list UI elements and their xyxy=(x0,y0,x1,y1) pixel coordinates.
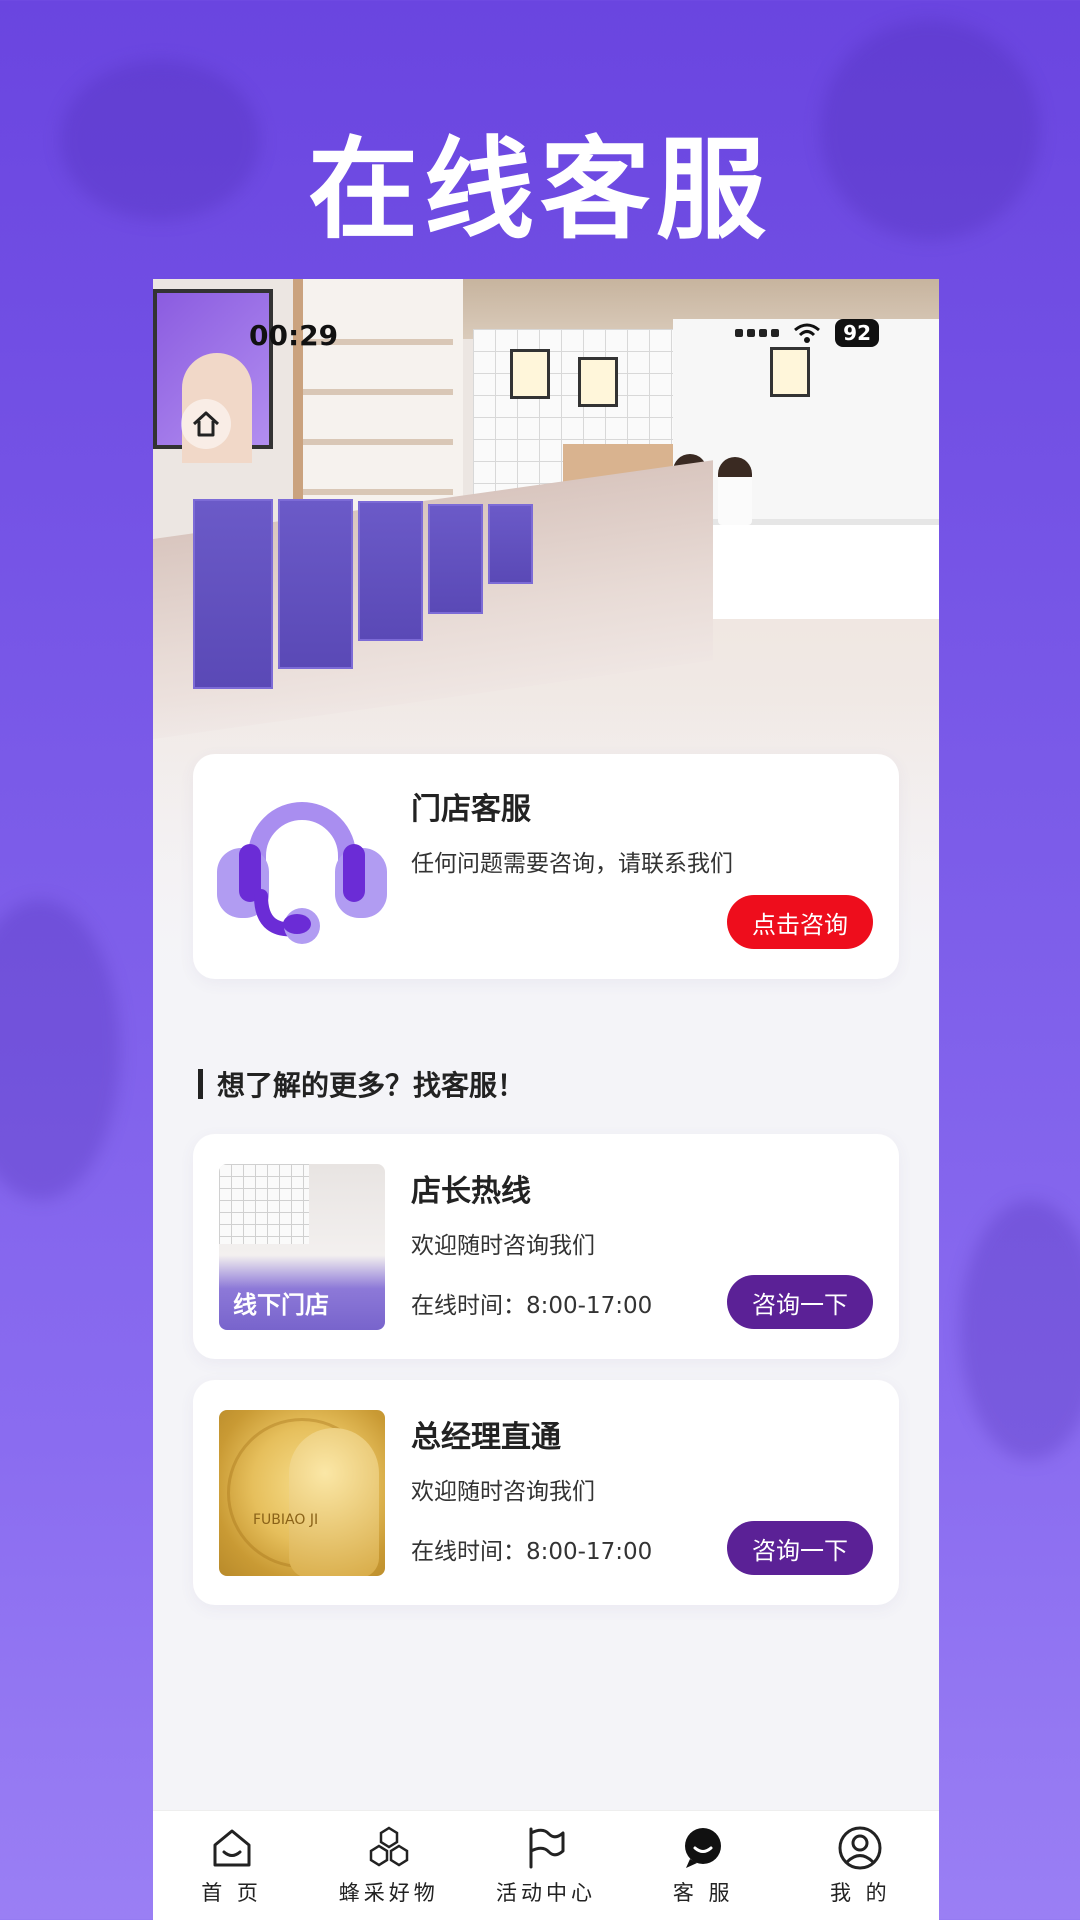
wifi-icon xyxy=(794,323,821,343)
section-accent-bar xyxy=(198,1069,203,1099)
home-outline-icon xyxy=(192,411,220,437)
consult-button[interactable]: 点击咨询 xyxy=(727,895,873,949)
nav-item-service[interactable]: 客 服 xyxy=(633,1825,773,1907)
consult-now-button[interactable]: 咨询一下 xyxy=(727,1275,873,1329)
page-title: 在线客服 xyxy=(308,126,772,254)
chat-icon xyxy=(685,1827,722,1868)
nav-label: 客 服 xyxy=(672,1880,734,1905)
user-icon xyxy=(838,1826,882,1869)
nav-item-home[interactable]: 首 页 xyxy=(162,1825,302,1907)
hexagon-icon xyxy=(369,1826,409,1866)
background-decoration xyxy=(960,1200,1080,1460)
phone-screen: 00:29 92 门店客服 任何问题需要咨询，请联系我们 点击咨询 想了解的更多… xyxy=(153,279,939,1920)
bottom-navigation: 首 页 蜂采好物 活动中心 客 服 我 的 xyxy=(153,1810,939,1920)
service-title: 店长热线 xyxy=(411,1174,531,1209)
service-hours: 在线时间：8:00-17:00 xyxy=(411,1539,653,1565)
nav-label: 蜂采好物 xyxy=(338,1880,439,1905)
gold-medal-thumbnail: FUBIAO JI xyxy=(219,1410,385,1576)
nav-item-goods[interactable]: 蜂采好物 xyxy=(319,1825,459,1907)
headset-icon xyxy=(217,802,387,944)
service-card-manager-hotline: 线下门店 店长热线 欢迎随时咨询我们 在线时间：8:00-17:00 咨询一下 xyxy=(193,1134,899,1359)
nav-label: 首 页 xyxy=(201,1880,262,1905)
section-heading-text: 想了解的更多？找客服！ xyxy=(217,1069,526,1102)
medal-inscription: FUBIAO JI xyxy=(253,1512,319,1528)
store-thumbnail: 线下门店 xyxy=(219,1164,385,1330)
status-time: 00:29 xyxy=(249,319,339,352)
background-decoration xyxy=(0,900,120,1200)
thumbnail-label: 线下门店 xyxy=(233,1291,329,1319)
nav-item-activity[interactable]: 活动中心 xyxy=(476,1825,616,1907)
store-service-title: 门店客服 xyxy=(411,792,531,827)
consult-now-button[interactable]: 咨询一下 xyxy=(727,1521,873,1575)
nav-label: 我 的 xyxy=(830,1880,891,1905)
nav-label: 活动中心 xyxy=(495,1880,596,1905)
service-card-gm-direct: FUBIAO JI 总经理直通 欢迎随时咨询我们 在线时间：8:00-17:00… xyxy=(193,1380,899,1605)
section-heading: 想了解的更多？找客服！ xyxy=(198,1064,525,1104)
service-desc: 欢迎随时咨询我们 xyxy=(411,1233,595,1259)
service-desc: 欢迎随时咨询我们 xyxy=(411,1479,595,1505)
service-title: 总经理直通 xyxy=(411,1420,561,1455)
store-service-card: 门店客服 任何问题需要咨询，请联系我们 点击咨询 xyxy=(193,754,899,979)
status-indicators: 92 xyxy=(735,319,879,347)
nav-item-profile[interactable]: 我 的 xyxy=(790,1825,930,1907)
store-service-subtitle: 任何问题需要咨询，请联系我们 xyxy=(411,851,733,877)
battery-indicator: 92 xyxy=(835,319,879,347)
flag-icon xyxy=(529,1827,565,1868)
home-icon xyxy=(213,1829,251,1866)
service-hours: 在线时间：8:00-17:00 xyxy=(411,1293,653,1319)
home-button[interactable] xyxy=(181,399,231,449)
signal-icon xyxy=(735,329,780,337)
